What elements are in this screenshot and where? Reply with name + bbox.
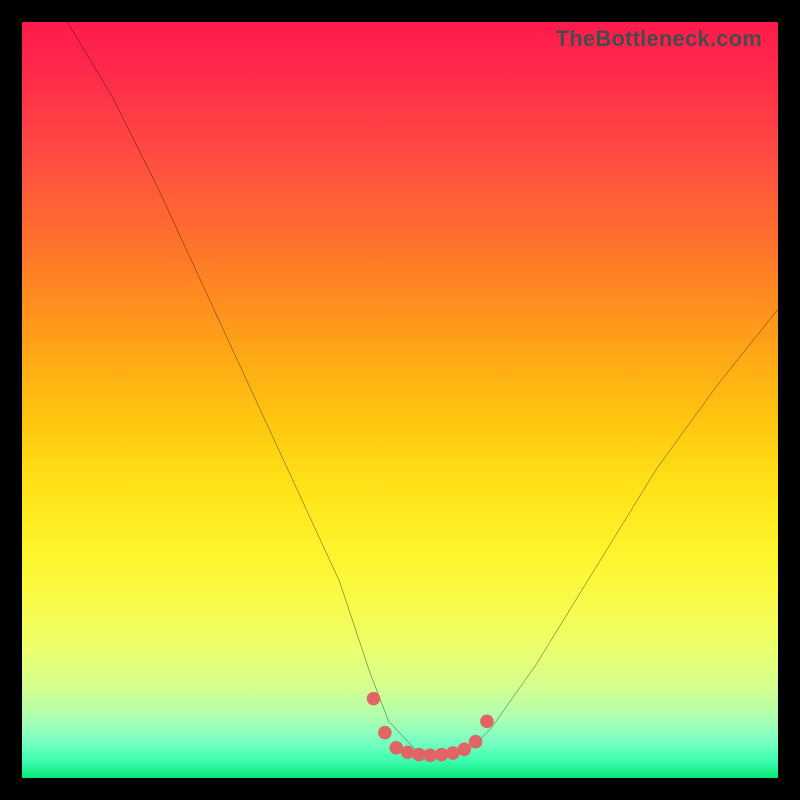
curve-path xyxy=(67,22,778,754)
chart-svg xyxy=(22,22,778,778)
highlight-dot xyxy=(367,692,381,706)
highlight-dot xyxy=(480,714,494,728)
series-group xyxy=(67,22,778,762)
highlight-dot xyxy=(378,726,392,740)
highlight-dot xyxy=(457,742,471,756)
highlight-dot xyxy=(469,735,483,749)
highlight-dot xyxy=(401,745,415,759)
chart-frame: TheBottleneck.com xyxy=(0,0,800,800)
plot-area: TheBottleneck.com xyxy=(22,22,778,778)
